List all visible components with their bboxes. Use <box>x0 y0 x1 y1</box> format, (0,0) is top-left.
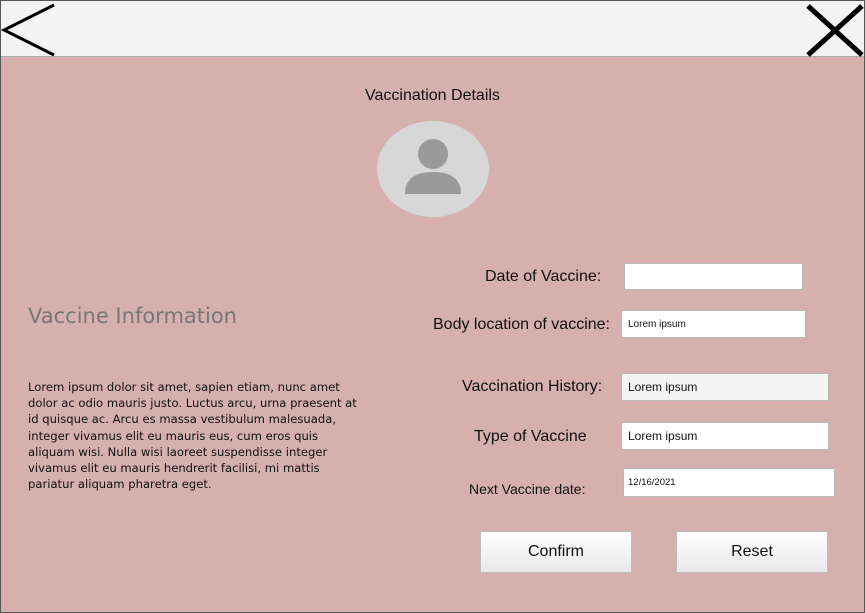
vaccination-history-label: Vaccination History: <box>462 378 603 395</box>
body-location-label: Body location of vaccine: <box>433 316 610 333</box>
avatar[interactable] <box>377 121 489 217</box>
vaccination-history-field[interactable] <box>621 373 829 401</box>
body-location-field[interactable] <box>621 310 806 338</box>
info-heading: Vaccine Information <box>28 304 237 328</box>
close-icon[interactable] <box>805 4 865 58</box>
date-of-vaccine-label: Date of Vaccine: <box>485 268 602 285</box>
vaccine-type-label: Type of Vaccine <box>474 428 587 445</box>
next-vaccine-date-field[interactable] <box>623 468 835 497</box>
user-placeholder-icon <box>405 139 461 194</box>
next-vaccine-date-label: Next Vaccine date: <box>469 481 586 497</box>
info-body: Lorem ipsum dolor sit amet, sapien etiam… <box>28 380 357 492</box>
app-window: Vaccination Details Vaccine Information … <box>0 0 865 613</box>
top-bar <box>0 1 865 58</box>
chevron-left-icon[interactable] <box>0 3 57 57</box>
vaccine-type-field[interactable] <box>621 422 829 450</box>
reset-button[interactable]: Reset <box>676 531 828 573</box>
page-title: Vaccination Details <box>365 87 500 104</box>
date-of-vaccine-field[interactable] <box>624 263 803 290</box>
confirm-button[interactable]: Confirm <box>480 531 632 573</box>
